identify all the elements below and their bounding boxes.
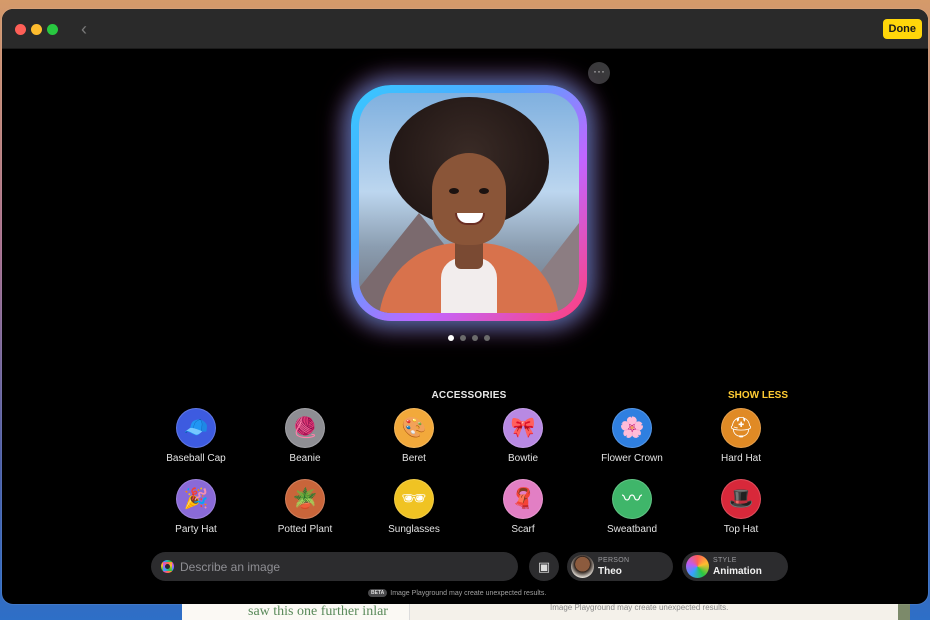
accessories-heading: ACCESSORIES bbox=[431, 390, 507, 401]
page-indicator[interactable] bbox=[448, 328, 496, 341]
accessory-label: Potted Plant bbox=[277, 524, 333, 535]
baseball-cap-icon: 🧢 bbox=[176, 408, 216, 448]
accessory-label: Scarf bbox=[511, 524, 535, 535]
scarf-icon: 🧣 bbox=[503, 479, 543, 519]
accessory-label: Beret bbox=[402, 453, 426, 464]
person-caption: PERSON bbox=[598, 557, 630, 564]
page-dot[interactable] bbox=[448, 335, 454, 341]
party-hat-icon: 🎉 bbox=[176, 479, 216, 519]
accessory-label: Flower Crown bbox=[601, 453, 663, 464]
image-playground-window: ‹ Done ··· ACCESSORIES SHOW LESS 🧢 Baseba… bbox=[2, 9, 928, 604]
accessory-item[interactable]: 🪴 Potted Plant bbox=[255, 479, 355, 535]
bowtie-icon: 🎀 bbox=[503, 408, 543, 448]
generated-image-preview[interactable] bbox=[359, 93, 579, 313]
accessory-item[interactable]: 🎀 Bowtie bbox=[473, 408, 573, 464]
accessory-item[interactable]: 🌸 Flower Crown bbox=[582, 408, 682, 464]
accessory-label: Baseball Cap bbox=[166, 453, 226, 464]
accessory-label: Bowtie bbox=[507, 453, 538, 464]
minimize-window-button[interactable] bbox=[31, 24, 42, 35]
person-name: Theo bbox=[598, 566, 622, 577]
accessory-label: Beanie bbox=[289, 453, 321, 464]
close-window-button[interactable] bbox=[15, 24, 26, 35]
sparkle-icon bbox=[161, 560, 174, 573]
chevron-left-icon[interactable]: ‹ bbox=[74, 19, 94, 39]
done-button[interactable]: Done bbox=[882, 19, 922, 39]
accessory-label: Party Hat bbox=[175, 524, 217, 535]
accessory-label: Sweatband bbox=[606, 524, 658, 535]
accessory-item[interactable]: 🧣 Scarf bbox=[473, 479, 573, 535]
sweatband-icon: 〰 bbox=[612, 479, 652, 519]
beanie-icon: 🧶 bbox=[285, 408, 325, 448]
page-dot[interactable] bbox=[484, 335, 490, 341]
potted-plant-icon: 🪴 bbox=[285, 479, 325, 519]
accessory-item[interactable]: 🧢 Baseball Cap bbox=[146, 408, 246, 464]
beta-disclaimer: BETA Image Playground may create unexpect… bbox=[368, 589, 546, 599]
hard-hat-icon: ⛑ bbox=[721, 408, 761, 448]
style-picker[interactable]: STYLE Animation bbox=[682, 552, 788, 581]
accessory-item[interactable]: 🎩 Top Hat bbox=[691, 479, 791, 535]
show-less-button[interactable]: SHOW LESS bbox=[718, 390, 798, 401]
top-hat-icon: 🎩 bbox=[721, 479, 761, 519]
person-avatar bbox=[571, 555, 594, 578]
accessory-item[interactable]: 🎨 Beret bbox=[364, 408, 464, 464]
beta-badge: BETA bbox=[368, 589, 388, 597]
accessory-item[interactable]: 🎉 Party Hat bbox=[146, 479, 246, 535]
zoom-window-button[interactable] bbox=[47, 24, 58, 35]
ellipsis-icon[interactable]: ··· bbox=[588, 62, 610, 84]
beret-icon: 🎨 bbox=[394, 408, 434, 448]
photo-library-icon[interactable]: ▣ bbox=[529, 552, 559, 581]
background-doc-note: Image Playground may create unexpected r… bbox=[550, 603, 729, 612]
describe-image-input[interactable] bbox=[180, 557, 500, 576]
accessory-label: Hard Hat bbox=[720, 453, 761, 464]
background-doc-text: saw this one further inlar bbox=[248, 604, 388, 619]
accessory-item[interactable]: 〰 Sweatband bbox=[582, 479, 682, 535]
prompt-field[interactable] bbox=[151, 552, 518, 581]
page-dot[interactable] bbox=[460, 335, 466, 341]
sunglasses-icon: 🕶 bbox=[394, 479, 434, 519]
accessory-label: Top Hat bbox=[723, 524, 759, 535]
accessory-item[interactable]: 🧶 Beanie bbox=[255, 408, 355, 464]
portrait-eye bbox=[449, 188, 459, 194]
flower-crown-icon: 🌸 bbox=[612, 408, 652, 448]
page-dot[interactable] bbox=[472, 335, 478, 341]
person-picker[interactable]: PERSON Theo bbox=[567, 552, 673, 581]
accessory-label: Sunglasses bbox=[388, 524, 440, 535]
disclaimer-text: Image Playground may create unexpected r… bbox=[390, 590, 547, 597]
accessory-item[interactable]: ⛑ Hard Hat bbox=[691, 408, 791, 464]
style-icon bbox=[686, 555, 709, 578]
style-name: Animation bbox=[713, 566, 762, 577]
portrait-eye bbox=[479, 188, 489, 194]
accessory-item[interactable]: 🕶 Sunglasses bbox=[364, 479, 464, 535]
portrait-face bbox=[432, 153, 506, 245]
style-caption: STYLE bbox=[713, 557, 737, 564]
title-bar: ‹ Done bbox=[2, 9, 928, 49]
